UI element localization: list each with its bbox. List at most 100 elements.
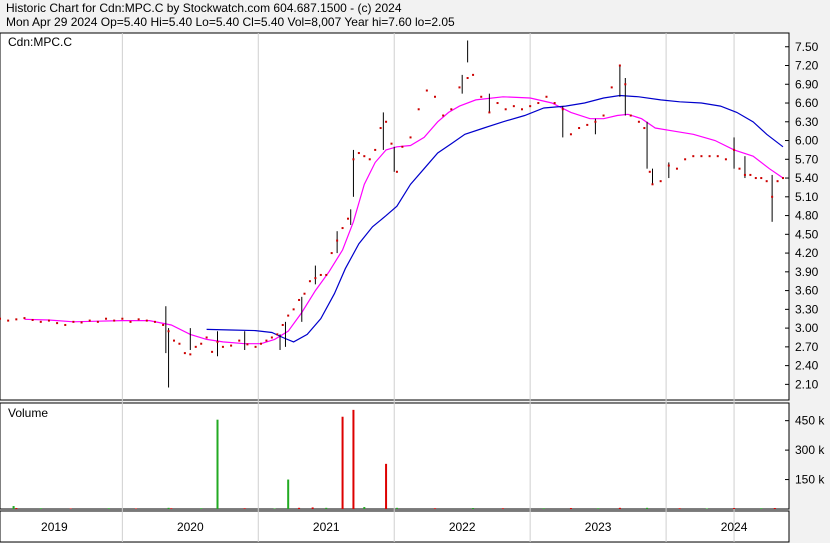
close-price-point <box>96 320 99 323</box>
volume-bar <box>311 507 314 509</box>
year-label: 2022 <box>449 520 476 534</box>
close-price-point <box>238 339 241 342</box>
close-price-point <box>357 152 360 155</box>
close-price-point <box>782 177 784 180</box>
volume-bar <box>325 507 328 509</box>
close-price-point <box>675 167 678 170</box>
volume-bar <box>341 416 344 509</box>
close-price-point <box>276 333 279 336</box>
close-price-point <box>265 339 268 342</box>
volume-bar <box>287 479 290 509</box>
year-label: 2019 <box>41 520 68 534</box>
price-tick-label: 6.60 <box>795 96 819 110</box>
close-price-point <box>230 344 233 347</box>
close-price-point <box>314 277 317 280</box>
close-price-point <box>700 155 703 158</box>
close-price-point <box>105 317 108 320</box>
close-price-point <box>260 342 262 345</box>
close-price-point <box>618 64 621 67</box>
volume-bar <box>618 507 621 509</box>
close-price-point <box>545 95 548 98</box>
close-price-point <box>352 158 355 161</box>
historic-chart: 7.50 7.20 6.90 6.60 6.30 6.00 5.70 5.40 5.10 4.80… <box>0 32 825 543</box>
volume-bar <box>760 508 763 509</box>
close-price-point <box>368 158 371 161</box>
price-tick-label: 3.00 <box>795 321 819 335</box>
close-price-point <box>23 317 26 320</box>
volume-bar <box>200 508 203 509</box>
price-tick-label: 5.40 <box>795 171 819 185</box>
close-price-point <box>472 73 475 76</box>
year-label: 2024 <box>721 520 748 534</box>
close-price-point <box>667 164 670 167</box>
close-price-point <box>56 322 59 325</box>
close-price-point <box>189 353 192 356</box>
close-price-point <box>409 136 412 139</box>
price-tick-label: 4.80 <box>795 209 819 223</box>
close-price-point <box>303 292 306 295</box>
close-price-point <box>363 155 366 158</box>
volume-bar <box>12 506 15 509</box>
close-price-point <box>254 345 257 348</box>
close-price-point <box>205 336 208 339</box>
volume-bar <box>170 508 173 509</box>
close-price-point <box>594 120 597 123</box>
close-price-point <box>15 318 18 321</box>
price-tick-label: 6.00 <box>795 134 819 148</box>
close-price-point <box>504 108 507 111</box>
close-price-point <box>708 155 711 158</box>
close-price-point <box>336 239 339 242</box>
price-tick-label: 2.10 <box>795 377 819 391</box>
close-price-point <box>458 86 461 89</box>
close-price-point <box>629 114 632 117</box>
symbol-label: Cdn:MPC.C <box>8 35 72 49</box>
close-price-point <box>246 343 249 346</box>
close-price-point <box>586 123 589 126</box>
volume-bar <box>216 419 219 509</box>
close-price-point <box>743 173 746 176</box>
volume-tick-label: 450 k <box>795 414 825 428</box>
close-price-point <box>374 148 377 151</box>
close-price-point <box>733 148 736 151</box>
volume-bar <box>385 463 388 509</box>
price-tick-label: 3.60 <box>795 284 819 298</box>
close-price-point <box>183 352 186 355</box>
close-price-point <box>417 108 420 111</box>
price-tick-label: 3.30 <box>795 302 819 316</box>
price-tick-label: 7.20 <box>795 59 819 73</box>
volume-bar <box>298 507 301 509</box>
price-tick-label: 3.90 <box>795 265 819 279</box>
close-price-point <box>754 177 757 180</box>
close-price-point <box>602 114 605 117</box>
close-price-point <box>121 317 124 320</box>
volume-bar <box>363 507 366 509</box>
close-price-point <box>537 102 540 105</box>
close-price-point <box>308 280 311 283</box>
close-price-point <box>659 180 662 183</box>
year-label: 2020 <box>177 520 204 534</box>
close-price-point <box>153 320 156 323</box>
close-price-point <box>521 108 523 111</box>
close-price-point <box>578 127 581 130</box>
close-price-point <box>292 308 295 311</box>
volume-bar <box>597 508 600 509</box>
close-price-point <box>692 155 695 158</box>
close-price-point <box>379 127 382 130</box>
close-price-point <box>442 114 445 117</box>
close-price-point <box>194 345 197 348</box>
volume-bar <box>395 507 398 509</box>
close-price-point <box>395 170 398 173</box>
volume-bar <box>501 508 504 509</box>
close-price-point <box>385 120 388 123</box>
close-price-point <box>270 336 273 339</box>
close-price-point <box>643 127 646 130</box>
close-price-point <box>0 317 1 320</box>
close-price-point <box>137 318 140 321</box>
close-price-point <box>325 273 328 276</box>
year-label: 2023 <box>585 520 612 534</box>
volume-bar <box>352 409 355 509</box>
volume-tick-label: 150 k <box>795 473 825 487</box>
close-price-point <box>425 89 428 92</box>
volume-bar <box>15 508 18 509</box>
close-price-point <box>684 158 687 161</box>
